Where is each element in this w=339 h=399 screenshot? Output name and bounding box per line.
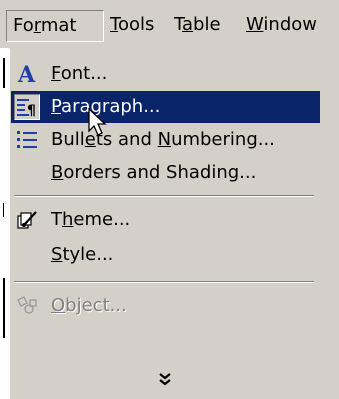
menu-item-object[interactable]: Object... xyxy=(11,290,320,322)
object-icon xyxy=(14,293,40,319)
menu-table-label-a: T xyxy=(174,14,183,35)
menu-item-borders-shading[interactable]: Borders and Shading... xyxy=(11,157,320,189)
menu-table-label-accel: a xyxy=(182,14,194,35)
menu-tools-label: ools xyxy=(117,14,155,35)
menu-item-theme-label: Theme... xyxy=(51,209,131,230)
svg-text:¶: ¶ xyxy=(27,103,36,119)
menu-separator xyxy=(14,281,314,283)
menu-item-font-label: Font... xyxy=(51,63,108,84)
menu-separator xyxy=(14,195,314,197)
menu-format-label-b: mat xyxy=(40,15,77,36)
document-text-fragment xyxy=(3,203,4,217)
menu-item-style-label: Style... xyxy=(51,244,114,265)
document-edge xyxy=(0,48,9,399)
menu-item-object-label: Object... xyxy=(51,295,127,316)
chevron-double-down-icon[interactable] xyxy=(150,367,180,391)
menu-item-borders-shading-label: Borders and Shading... xyxy=(51,162,257,183)
menu-window-label-accel: W xyxy=(246,14,264,35)
menu-format-label-a: Fo xyxy=(13,15,34,36)
menu-item-theme[interactable]: Theme... xyxy=(11,204,320,236)
menu-item-bullets-numbering[interactable]: Bullets and Numbering... xyxy=(11,124,320,156)
document-text-fragment xyxy=(3,278,5,338)
bullets-list-icon xyxy=(14,127,40,153)
menu-window[interactable]: Window xyxy=(240,10,339,42)
menu-format[interactable]: Format xyxy=(6,10,104,42)
menu-item-paragraph[interactable]: ¶ Paragraph... xyxy=(11,91,320,123)
font-a-icon: A xyxy=(14,61,40,87)
paragraph-icon: ¶ xyxy=(14,94,40,120)
menu-tools[interactable]: Tools xyxy=(104,10,168,42)
menu-bar: Format Tools Table Window xyxy=(0,0,339,48)
menu-tools-label-accel: T xyxy=(110,14,118,35)
document-text-fragment xyxy=(3,58,5,88)
svg-text:A: A xyxy=(17,62,36,86)
menu-window-label: indow xyxy=(263,14,317,35)
menu-table-label-b: ble xyxy=(193,14,221,35)
menu-table[interactable]: Table xyxy=(168,10,238,42)
mouse-cursor-icon xyxy=(88,107,110,142)
menu-format-label-accel: r xyxy=(33,15,41,36)
menu-item-bullets-numbering-label: Bullets and Numbering... xyxy=(51,129,275,150)
menu-item-style[interactable]: Style... xyxy=(11,239,320,271)
menu-item-font[interactable]: A Font... xyxy=(11,58,320,90)
theme-brush-icon xyxy=(14,207,40,233)
format-dropdown-menu: A Font... ¶ Paragraph... Bullets and Num… xyxy=(9,48,339,399)
